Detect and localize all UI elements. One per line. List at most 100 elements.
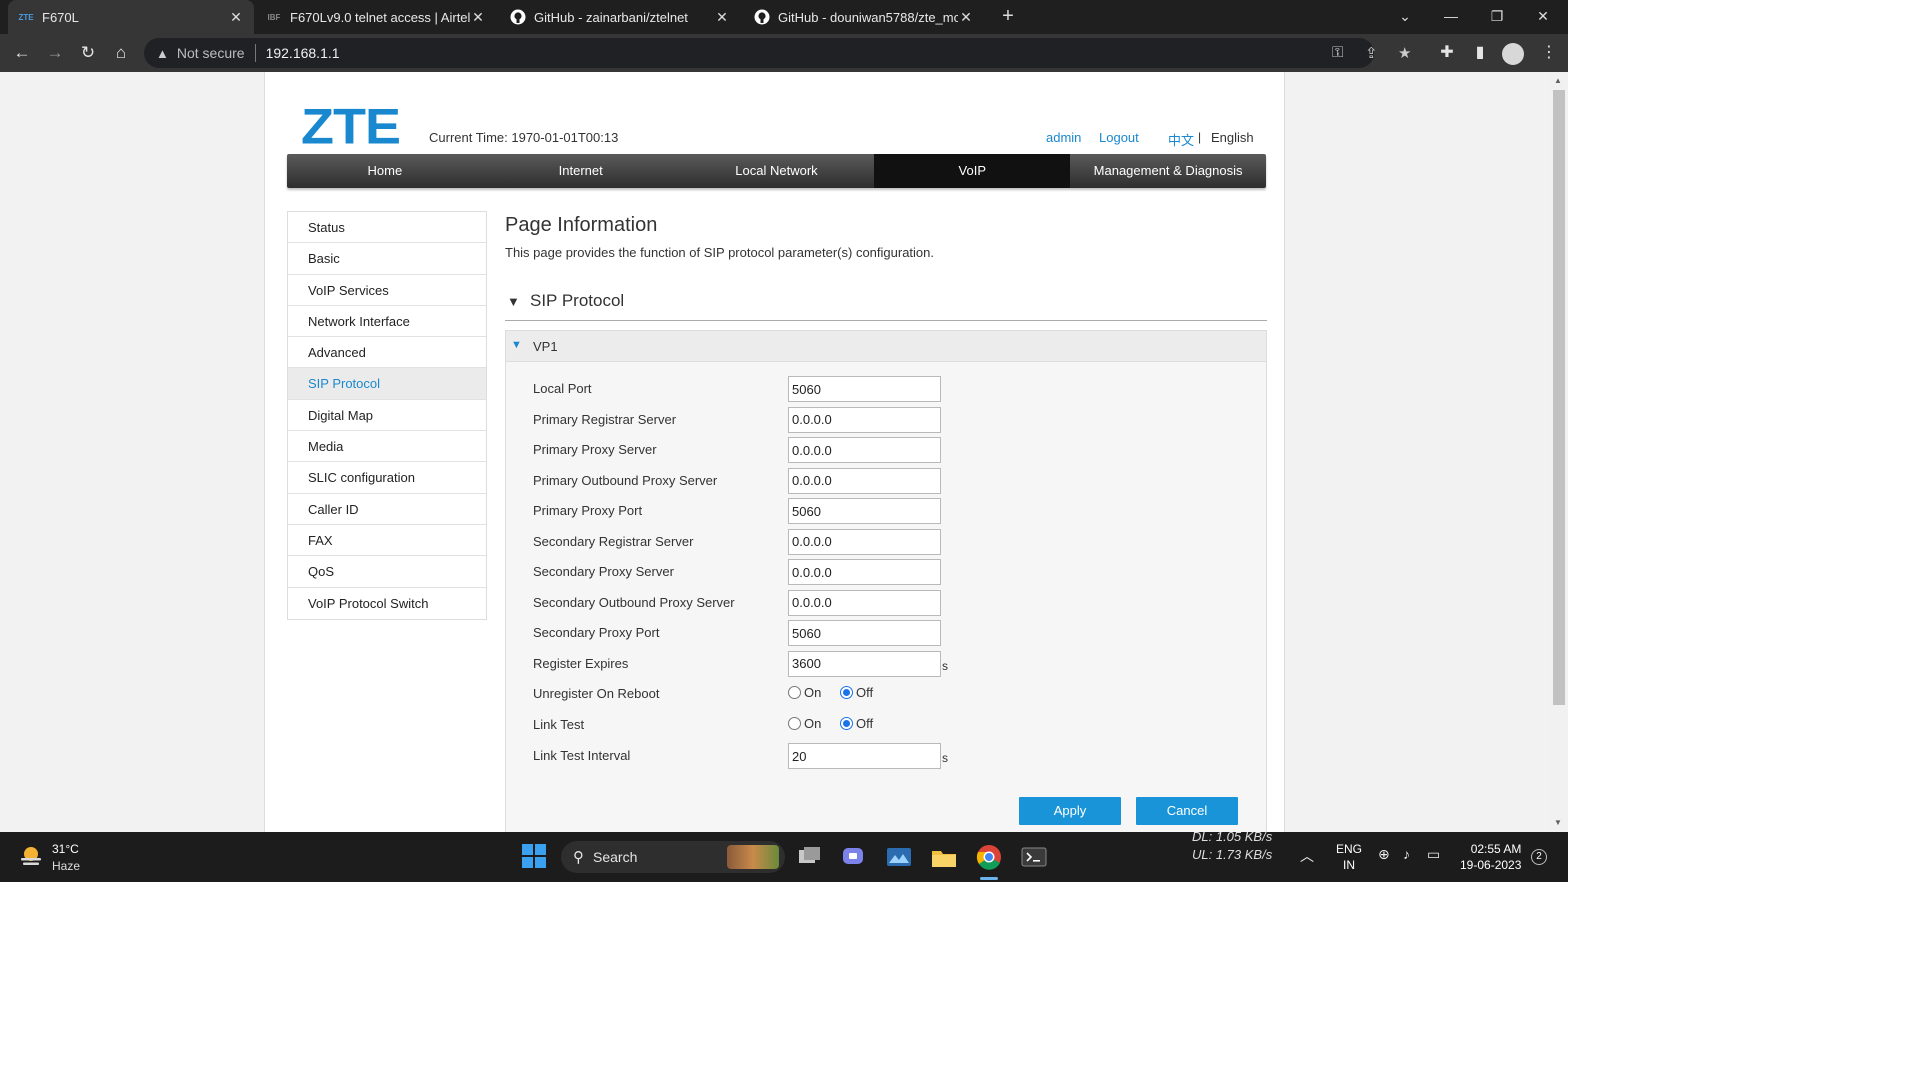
link-test-off-radio[interactable]: Off bbox=[840, 716, 873, 731]
weather-haze-icon[interactable] bbox=[18, 844, 44, 870]
side-panel-icon[interactable]: ▮ bbox=[1469, 42, 1491, 62]
primary-proxy-input[interactable] bbox=[788, 437, 941, 463]
collapse-triangle-icon[interactable]: ▼ bbox=[511, 339, 522, 351]
secondary-proxy-port-input[interactable] bbox=[788, 620, 941, 646]
kebab-menu-icon[interactable]: ⋮ bbox=[1538, 42, 1560, 62]
home-icon[interactable]: ⌂ bbox=[108, 40, 134, 66]
photos-app-icon[interactable] bbox=[885, 843, 913, 871]
restore-button[interactable]: ❐ bbox=[1474, 0, 1520, 34]
primary-outbound-input[interactable] bbox=[788, 467, 941, 494]
nav-management-diagnosis[interactable]: Management & Diagnosis bbox=[1070, 154, 1266, 188]
sidebar-item-fax[interactable]: FAX bbox=[288, 525, 486, 557]
lang-code[interactable]: ENG bbox=[1336, 841, 1362, 857]
sidebar-item-status[interactable]: Status bbox=[288, 212, 486, 244]
lang-region[interactable]: IN bbox=[1336, 857, 1362, 873]
input-language[interactable]: ENG IN bbox=[1336, 841, 1362, 873]
share-icon[interactable]: ⇪ bbox=[1365, 44, 1378, 62]
security-label[interactable]: Not secure bbox=[177, 45, 245, 61]
radio-checked[interactable] bbox=[840, 686, 853, 699]
system-clock[interactable]: 02:55 AM 19-06-2023 bbox=[1460, 841, 1521, 873]
radio-label-off[interactable]: Off bbox=[856, 716, 873, 731]
sidebar-item-media[interactable]: Media bbox=[288, 431, 486, 463]
apply-button[interactable]: Apply bbox=[1019, 797, 1121, 825]
radio-checked[interactable] bbox=[840, 717, 853, 730]
terminal-icon[interactable] bbox=[1020, 843, 1048, 871]
tray-chevron-up-icon[interactable]: ︿ bbox=[1300, 846, 1314, 866]
primary-registrar-input[interactable] bbox=[788, 406, 941, 433]
collapse-triangle-icon[interactable]: ▼ bbox=[507, 294, 520, 309]
admin-link[interactable]: admin bbox=[1046, 130, 1081, 145]
cancel-button[interactable]: Cancel bbox=[1136, 797, 1238, 825]
minimize-button[interactable]: — bbox=[1428, 0, 1474, 34]
sidebar-item-caller-id[interactable]: Caller ID bbox=[288, 494, 486, 525]
extensions-puzzle-icon[interactable]: ✚ bbox=[1436, 42, 1458, 62]
lang-english[interactable]: English bbox=[1211, 130, 1254, 145]
new-tab-button[interactable]: + bbox=[996, 4, 1020, 30]
tab-close-icon[interactable]: ✕ bbox=[228, 9, 244, 26]
windows-start-icon[interactable] bbox=[521, 843, 549, 871]
clock-date[interactable]: 19-06-2023 bbox=[1460, 857, 1521, 873]
bookmark-star-icon[interactable]: ★ bbox=[1398, 44, 1411, 62]
page-scrollbar[interactable]: ▲ ▼ bbox=[1550, 72, 1568, 832]
nav-home[interactable]: Home bbox=[287, 154, 483, 188]
tab-github-ztelnet[interactable]: GitHub - zainarbani/ztelnet ✕ bbox=[500, 0, 740, 34]
warning-triangle-icon[interactable]: ▲ bbox=[156, 46, 169, 61]
weather-description[interactable]: Haze bbox=[52, 859, 80, 873]
weather-temperature[interactable]: 31°C bbox=[52, 842, 79, 856]
notification-badge[interactable]: 2 bbox=[1531, 849, 1547, 865]
tab-search-chevron-icon[interactable]: ⌄ bbox=[1382, 0, 1428, 34]
scrollbar-thumb[interactable] bbox=[1553, 90, 1565, 705]
sip-protocol-section-header[interactable]: ▼ SIP Protocol bbox=[505, 291, 1267, 321]
network-globe-icon[interactable]: ⊕ bbox=[1378, 846, 1390, 863]
profile-avatar[interactable] bbox=[1502, 43, 1524, 65]
radio-unchecked[interactable] bbox=[788, 717, 801, 730]
tab-close-icon[interactable]: ✕ bbox=[470, 9, 486, 26]
nav-local-network[interactable]: Local Network bbox=[679, 154, 875, 188]
radio-label-off[interactable]: Off bbox=[856, 685, 873, 700]
sidebar-item-slic-configuration[interactable]: SLIC configuration bbox=[288, 462, 486, 494]
tab-f670l[interactable]: ZTE F670L ✕ bbox=[8, 0, 254, 34]
radio-label-on[interactable]: On bbox=[804, 685, 821, 700]
sidebar-item-basic[interactable]: Basic bbox=[288, 243, 486, 275]
nav-voip[interactable]: VoIP bbox=[874, 154, 1071, 188]
link-test-interval-input[interactable] bbox=[788, 743, 941, 769]
tab-telnet-access[interactable]: IBF F670Lv9.0 telnet access | Airtel Xs … bbox=[256, 0, 496, 34]
clock-time[interactable]: 02:55 AM bbox=[1460, 841, 1522, 857]
tab-close-icon[interactable]: ✕ bbox=[958, 9, 974, 26]
teams-chat-icon[interactable] bbox=[840, 843, 868, 871]
secondary-outbound-input[interactable] bbox=[788, 589, 941, 616]
tab-close-icon[interactable]: ✕ bbox=[714, 9, 730, 26]
scroll-up-arrow-icon[interactable]: ▲ bbox=[1554, 76, 1562, 85]
tab-github-zte-mod[interactable]: GitHub - douniwan5788/zte_moc ✕ bbox=[744, 0, 984, 34]
link-test-on-radio[interactable]: On bbox=[788, 716, 821, 731]
key-icon[interactable]: ⚿ bbox=[1332, 44, 1343, 61]
address-bar[interactable]: ▲ Not secure 192.168.1.1 bbox=[144, 38, 1374, 68]
sidebar-item-voip-protocol-switch[interactable]: VoIP Protocol Switch bbox=[288, 588, 486, 619]
unregister-off-radio[interactable]: Off bbox=[840, 685, 873, 700]
taskbar-search[interactable]: ⚲ Search bbox=[561, 841, 785, 873]
battery-icon[interactable]: ▭ bbox=[1427, 846, 1440, 863]
scroll-down-arrow-icon[interactable]: ▼ bbox=[1554, 818, 1562, 827]
chrome-icon[interactable] bbox=[975, 843, 1003, 871]
local-port-input[interactable] bbox=[788, 376, 941, 402]
back-arrow-icon[interactable]: ← bbox=[9, 40, 35, 66]
forward-arrow-icon[interactable]: → bbox=[42, 40, 68, 66]
unregister-on-radio[interactable]: On bbox=[788, 685, 821, 700]
section-title[interactable]: SIP Protocol bbox=[530, 291, 624, 311]
sidebar-item-qos[interactable]: QoS bbox=[288, 556, 486, 588]
vp1-header[interactable]: ▼ VP1 bbox=[506, 331, 1266, 362]
sidebar-item-advanced[interactable]: Advanced bbox=[288, 337, 486, 369]
vp1-title[interactable]: VP1 bbox=[533, 339, 558, 354]
close-window-button[interactable]: ✕ bbox=[1520, 0, 1566, 34]
volume-icon[interactable]: ♪ bbox=[1403, 846, 1410, 862]
sidebar-item-network-interface[interactable]: Network Interface bbox=[288, 306, 486, 338]
primary-proxy-port-input[interactable] bbox=[788, 498, 941, 524]
reload-icon[interactable]: ↻ bbox=[75, 40, 101, 66]
secondary-proxy-input[interactable] bbox=[788, 559, 941, 585]
register-expires-input[interactable] bbox=[788, 650, 941, 677]
task-view-icon[interactable] bbox=[796, 843, 824, 871]
radio-label-on[interactable]: On bbox=[804, 716, 821, 731]
nav-internet[interactable]: Internet bbox=[483, 154, 679, 188]
file-explorer-icon[interactable] bbox=[930, 843, 958, 871]
url-text[interactable]: 192.168.1.1 bbox=[266, 45, 340, 61]
